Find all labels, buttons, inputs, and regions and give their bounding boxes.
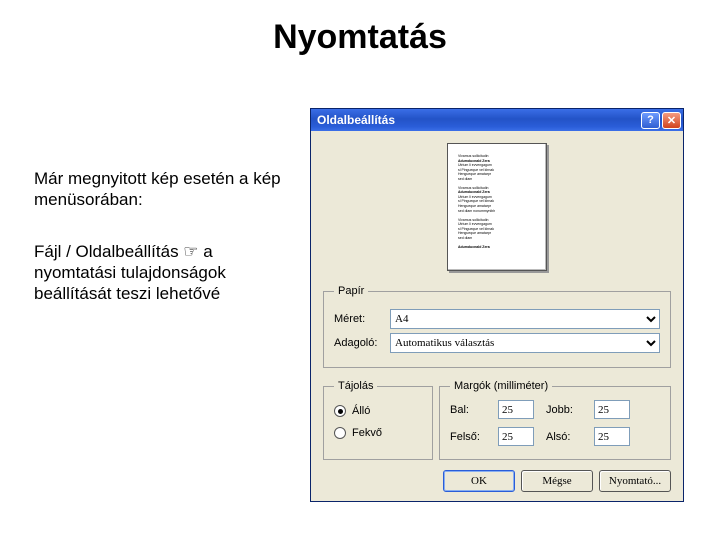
- margins-group: Margók (milliméter) Bal: Jobb: Felső: Al…: [439, 380, 671, 460]
- slide-title: Nyomtatás: [0, 18, 720, 57]
- margin-right-label: Jobb:: [546, 404, 588, 416]
- pointer-icon: ☞: [183, 242, 198, 261]
- help-button[interactable]: ?: [641, 112, 660, 129]
- orientation-portrait-label[interactable]: Álló: [352, 405, 370, 417]
- paper-group: Papír Méret: A4 Adagoló: Automatikus vál…: [323, 285, 671, 368]
- slide-paragraph-2: Fájl / Oldalbeállítás ☞ a nyomtatási tul…: [34, 241, 294, 305]
- margin-bottom-input[interactable]: [594, 427, 630, 446]
- margin-left-label: Bal:: [450, 404, 492, 416]
- paper-size-label: Méret:: [334, 313, 390, 325]
- margin-top-input[interactable]: [498, 427, 534, 446]
- orientation-portrait-radio[interactable]: [334, 405, 346, 417]
- slide-paragraph-1: Már megnyitott kép esetén a kép menüsorá…: [34, 168, 294, 211]
- margin-top-label: Felső:: [450, 431, 492, 443]
- margins-legend: Margók (milliméter): [450, 380, 552, 392]
- margin-left-input[interactable]: [498, 400, 534, 419]
- dialog-title: Oldalbeállítás: [317, 113, 639, 127]
- page-preview-sheet: Vivamus sollicitudinAdumducnald ZeraUtri…: [447, 143, 547, 271]
- margin-right-input[interactable]: [594, 400, 630, 419]
- page-preview: Vivamus sollicitudinAdumducnald ZeraUtri…: [323, 141, 671, 279]
- paper-source-select[interactable]: Automatikus választás: [390, 333, 660, 353]
- orientation-legend: Tájolás: [334, 380, 377, 392]
- close-button[interactable]: ✕: [662, 112, 681, 129]
- ok-button[interactable]: OK: [443, 470, 515, 492]
- margin-bottom-label: Alsó:: [546, 431, 588, 443]
- dialog-titlebar[interactable]: Oldalbeállítás ? ✕: [311, 109, 683, 131]
- printer-button[interactable]: Nyomtató...: [599, 470, 671, 492]
- paper-size-select[interactable]: A4: [390, 309, 660, 329]
- orientation-group: Tájolás Álló Fekvő: [323, 380, 433, 460]
- slide-para2-pre: Fájl / Oldalbeállítás: [34, 242, 183, 261]
- page-setup-dialog: Oldalbeállítás ? ✕ Vivamus sollicitudinA…: [310, 108, 684, 502]
- orientation-landscape-radio[interactable]: [334, 427, 346, 439]
- orientation-landscape-label[interactable]: Fekvő: [352, 427, 382, 439]
- paper-legend: Papír: [334, 285, 368, 297]
- cancel-button[interactable]: Mégse: [521, 470, 593, 492]
- slide-body: Már megnyitott kép esetén a kép menüsorá…: [34, 168, 294, 334]
- paper-source-label: Adagoló:: [334, 337, 390, 349]
